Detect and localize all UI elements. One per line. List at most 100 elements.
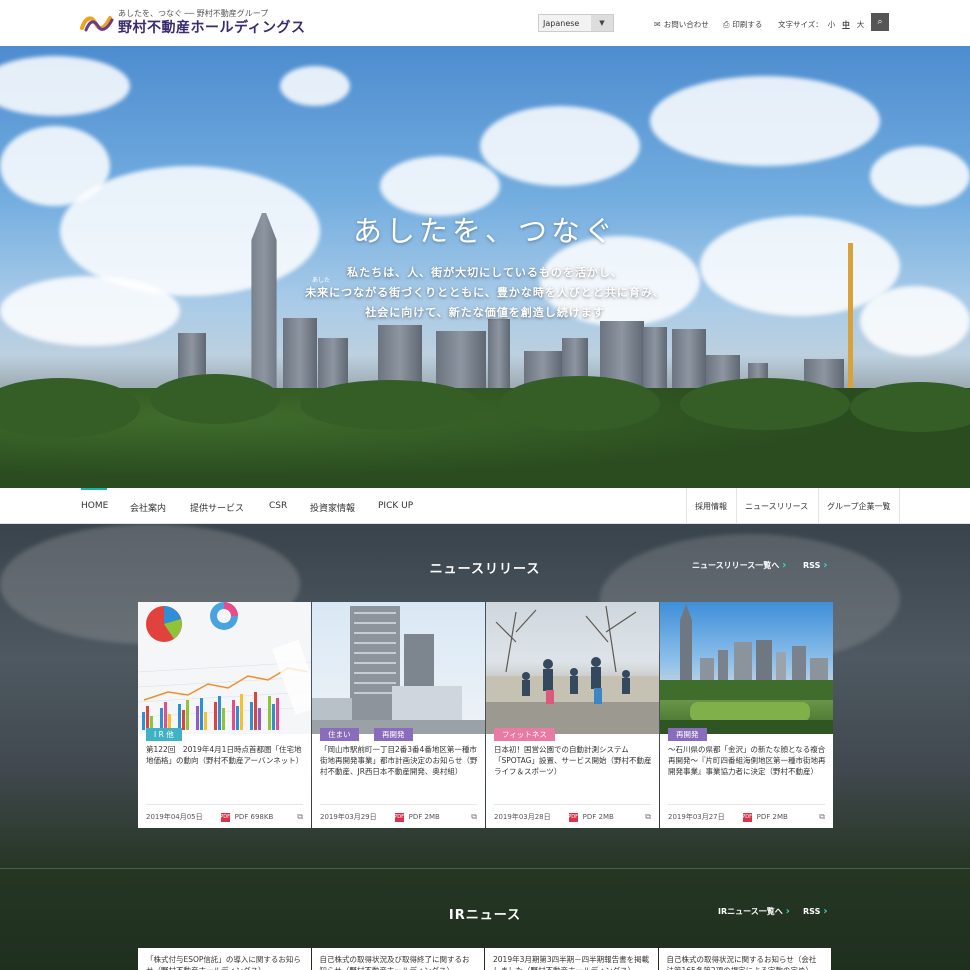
language-value: Japanese bbox=[543, 18, 580, 28]
language-select[interactable]: Japanese ▼ bbox=[538, 14, 614, 32]
cloud bbox=[870, 146, 970, 206]
logo-tagline: あしたを、つなぐ ── 野村不動産グループ bbox=[118, 9, 269, 18]
pdf-icon: PDF bbox=[568, 812, 579, 822]
chevron-right-icon: › bbox=[823, 560, 828, 571]
external-link-icon[interactable]: ⧉ bbox=[819, 812, 825, 822]
ir-news-list: 「株式付与ESOP信託」の導入に関するお知らせ（野村不動産ホールディングス） 自… bbox=[138, 948, 831, 970]
logo-name: 野村不動産ホールディングス bbox=[118, 20, 306, 36]
chevron-down-icon: ▼ bbox=[591, 15, 613, 31]
chevron-right-icon: › bbox=[785, 906, 790, 917]
hero-copy-line: 社会に向けて、新たな価値を創造し続けます bbox=[365, 306, 605, 319]
hero-copy-line: 未来につながる街づくりとともに、豊かな時を人びとと共に育み、 bbox=[305, 286, 665, 299]
building bbox=[672, 329, 706, 393]
rss-label: RSS bbox=[803, 561, 821, 570]
tree-blob bbox=[680, 378, 850, 430]
font-size-small[interactable]: 小 bbox=[828, 19, 836, 30]
section-divider bbox=[0, 868, 970, 869]
logo-mark-icon bbox=[80, 12, 114, 34]
news-list-label: ニュースリリース一覧へ bbox=[692, 561, 780, 570]
tree-blob bbox=[0, 378, 140, 438]
news-card-text: ～石川県の県都「金沢」の新たな顔となる複合再開発～『片町四番組海側地区第一種市街… bbox=[668, 745, 826, 776]
forest bbox=[0, 374, 970, 488]
nav-pickup[interactable]: PICK UP bbox=[378, 501, 413, 511]
ir-news-item[interactable]: 自己株式の取得状況及び取得終了に関するお知らせ（野村不動産ホールディングス） bbox=[311, 948, 484, 970]
external-link-icon[interactable]: ⧉ bbox=[471, 812, 477, 822]
mail-icon: ✉ bbox=[654, 20, 661, 29]
print-link[interactable]: ⎙ 印刷する bbox=[723, 19, 762, 30]
news-card-text: 「岡山市駅前町一丁目2番3番4番地区第一種市街地再開発事業」都市計画決定のお知ら… bbox=[320, 745, 478, 776]
ir-list-link[interactable]: IRニュース一覧へ › bbox=[718, 906, 790, 917]
ir-news-item[interactable]: 自己株式の取得状況に関するお知らせ（会社法第165条第2項の規定による定款の定め… bbox=[658, 948, 831, 970]
news-card[interactable]: フィットネス 日本初！国営公園での自動計測システム「SPOTAG」設置、サービス… bbox=[486, 602, 659, 828]
site-header: あしたを、つなぐ ── 野村不動産グループ 野村不動産ホールディングス Japa… bbox=[0, 0, 970, 46]
category-badge: 住まい bbox=[320, 728, 359, 741]
news-date: 2019年03月28日 bbox=[494, 813, 551, 821]
category-badge: 再開発 bbox=[374, 728, 413, 741]
news-image-building bbox=[312, 602, 485, 734]
nav-company[interactable]: 会社案内 bbox=[130, 501, 166, 514]
nav-home[interactable]: HOME bbox=[81, 488, 108, 511]
ir-news-item[interactable]: 2019年3月期第3四半期－四半期報告書を掲載しました（野村不動産ホールディング… bbox=[485, 948, 658, 970]
font-size-large[interactable]: 大 bbox=[857, 19, 865, 30]
news-card-footer: 2019年04月05日 PDF PDF 698KB ⧉ bbox=[146, 804, 303, 822]
news-section: ニュースリリース ニュースリリース一覧へ › RSS › I R 他 第122回… bbox=[0, 524, 970, 970]
news-card-text: 日本初！国営公園での自動計測システム「SPOTAG」設置、サービス開始（野村不動… bbox=[494, 745, 652, 776]
nav-services[interactable]: 提供サービス bbox=[190, 501, 244, 514]
ir-rss-link[interactable]: RSS › bbox=[803, 906, 827, 917]
news-card[interactable]: 住まい 再開発 「岡山市駅前町一丁目2番3番4番地区第一種市街地再開発事業」都市… bbox=[312, 602, 485, 828]
news-card-text: 第122回 2019年4月1日時点首都圏「住宅地地価格」の動向（野村不動産アーバ… bbox=[146, 745, 304, 765]
news-cards: I R 他 第122回 2019年4月1日時点首都圏「住宅地地価格」の動向（野村… bbox=[138, 602, 833, 828]
external-link-icon[interactable]: ⧉ bbox=[297, 812, 303, 822]
news-date: 2019年03月27日 bbox=[668, 813, 725, 821]
global-nav: HOME 会社案内 提供サービス CSR 投資家情報 PICK UP 採用情報 … bbox=[0, 488, 970, 524]
pdf-icon: PDF bbox=[394, 812, 405, 822]
nav-csr[interactable]: CSR bbox=[269, 501, 287, 511]
printer-icon: ⎙ bbox=[723, 19, 730, 29]
news-card[interactable]: 再開発 ～石川県の県都「金沢」の新たな顔となる複合再開発～『片町四番組海側地区第… bbox=[660, 602, 833, 828]
cloud bbox=[280, 66, 350, 106]
rss-label: RSS bbox=[803, 907, 821, 916]
news-card[interactable]: I R 他 第122回 2019年4月1日時点首都圏「住宅地地価格」の動向（野村… bbox=[138, 602, 311, 828]
cloud bbox=[650, 76, 880, 166]
news-list-link[interactable]: ニュースリリース一覧へ › bbox=[692, 560, 786, 571]
cloud bbox=[480, 106, 640, 186]
ir-news-item[interactable]: 「株式付与ESOP信託」の導入に関するお知らせ（野村不動産ホールディングス） bbox=[138, 948, 311, 970]
news-card-footer: 2019年03月29日 PDF PDF 2MB ⧉ bbox=[320, 804, 477, 822]
news-rss-link[interactable]: RSS › bbox=[803, 560, 827, 571]
news-card-footer: 2019年03月28日 PDF PDF 2MB ⧉ bbox=[494, 804, 651, 822]
news-date: 2019年04月05日 bbox=[146, 813, 203, 821]
contact-link[interactable]: ✉ お問い合わせ bbox=[654, 19, 709, 30]
tree-blob bbox=[850, 382, 970, 432]
building bbox=[488, 319, 510, 393]
news-image-cityscape bbox=[660, 602, 833, 734]
category-badge: I R 他 bbox=[146, 728, 182, 741]
nav-investors[interactable]: 投資家情報 bbox=[310, 501, 355, 514]
pdf-icon: PDF bbox=[220, 812, 231, 822]
category-badge: フィットネス bbox=[494, 728, 555, 741]
search-button[interactable]: ⌕ bbox=[871, 13, 889, 31]
chevron-right-icon: › bbox=[782, 560, 787, 571]
hero-copy-line: 私たちは、人、街が大切にしているものを活かし、 bbox=[347, 266, 623, 279]
building bbox=[643, 327, 667, 393]
external-link-icon[interactable]: ⧉ bbox=[645, 812, 651, 822]
category-badge: 再開発 bbox=[668, 728, 707, 741]
font-size-medium[interactable]: 中 bbox=[842, 19, 850, 30]
cloud bbox=[380, 156, 500, 216]
cloud bbox=[0, 56, 130, 116]
news-date: 2019年03月29日 bbox=[320, 813, 377, 821]
logo[interactable]: あしたを、つなぐ ── 野村不動産グループ 野村不動産ホールディングス bbox=[80, 8, 306, 37]
hero-banner: あしたを、つなぐ あした 私たちは、人、街が大切にしているものを活かし、 未来に… bbox=[0, 46, 970, 488]
search-icon: ⌕ bbox=[877, 17, 883, 27]
file-info: PDF 2MB bbox=[756, 813, 788, 821]
file-info: PDF 2MB bbox=[582, 813, 614, 821]
file-info: PDF 2MB bbox=[408, 813, 440, 821]
tree-blob bbox=[500, 376, 660, 431]
building bbox=[436, 331, 486, 393]
tree-blob bbox=[300, 380, 480, 430]
nav-group-companies[interactable]: グループ企業一覧 bbox=[818, 488, 900, 524]
nav-news-release[interactable]: ニュースリリース bbox=[736, 488, 816, 524]
font-size-label: 文字サイズ： bbox=[778, 20, 823, 29]
pdf-icon: PDF bbox=[742, 812, 753, 822]
font-size-control: 文字サイズ： 小 中 大 bbox=[778, 19, 866, 30]
nav-recruit[interactable]: 採用情報 bbox=[686, 488, 735, 524]
